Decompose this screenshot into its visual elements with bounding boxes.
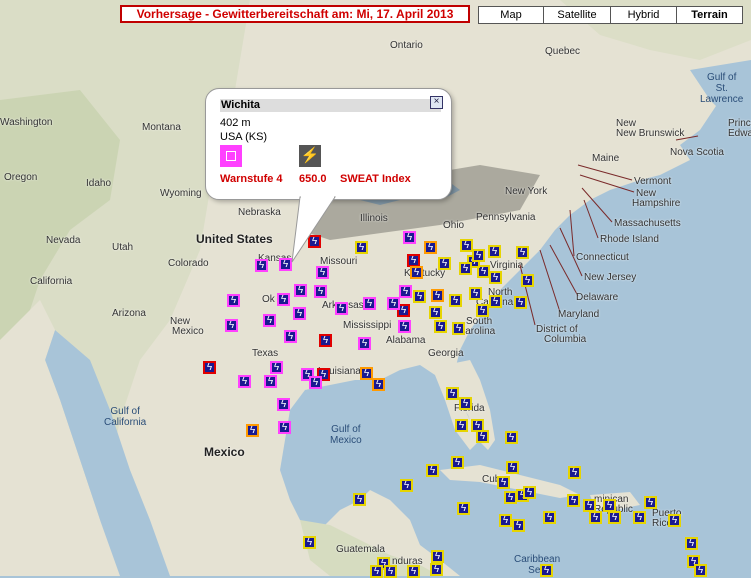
popup-tail [291, 196, 336, 263]
